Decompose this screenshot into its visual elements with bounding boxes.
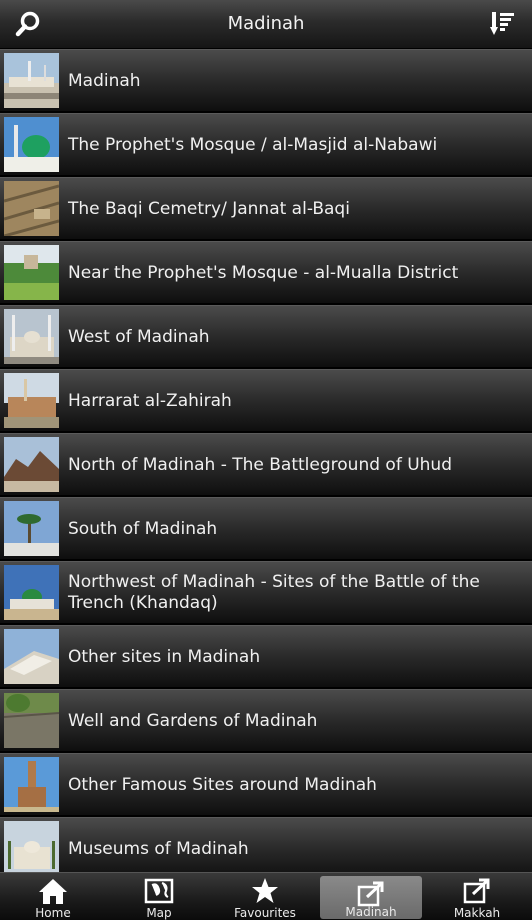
list-item[interactable]: South of Madinah xyxy=(0,497,532,559)
list-item[interactable]: Madinah xyxy=(0,49,532,111)
external-link-icon xyxy=(356,880,386,908)
list-item[interactable]: Near the Prophet's Mosque - al-Mualla Di… xyxy=(0,241,532,303)
list-item-label: Harrarat al-Zahirah xyxy=(68,390,232,411)
list-item[interactable]: Other Famous Sites around Madinah xyxy=(0,753,532,815)
list-item-label: Northwest of Madinah - Sites of the Batt… xyxy=(68,572,480,613)
list-item-label: Other Famous Sites around Madinah xyxy=(68,774,377,795)
thumbnail-image xyxy=(4,373,59,428)
external-link-icon xyxy=(462,877,492,905)
list-item[interactable]: Museums of Madinah xyxy=(0,817,532,872)
list-item-label: Well and Gardens of Madinah xyxy=(68,710,318,731)
list-item-label: The Baqi Cemetry/ Jannat al-Baqi xyxy=(68,198,350,219)
list-item[interactable]: Harrarat al-Zahirah xyxy=(0,369,532,431)
tab-map[interactable]: Map xyxy=(106,873,212,920)
sort-list-icon[interactable] xyxy=(490,11,516,37)
thumbnail-image xyxy=(4,437,59,492)
thumbnail-image xyxy=(4,309,59,364)
page-title: Madinah xyxy=(227,13,305,34)
tab-label: Map xyxy=(146,906,172,920)
list-item-label: West of Madinah xyxy=(68,326,210,347)
list-item-label: South of Madinah xyxy=(68,518,218,539)
home-icon xyxy=(38,877,68,905)
thumbnail-image xyxy=(4,117,59,172)
list-item[interactable]: The Baqi Cemetry/ Jannat al-Baqi xyxy=(0,177,532,239)
tab-makkah[interactable]: Makkah xyxy=(424,873,530,920)
category-list: Madinah The Prophet's Mosque / al-Masjid… xyxy=(0,49,532,872)
bottom-tab-bar: Home Map Favourites Madinah Makkah xyxy=(0,872,532,920)
list-item[interactable]: Other sites in Madinah xyxy=(0,625,532,687)
star-icon xyxy=(250,877,280,905)
thumbnail-image xyxy=(4,181,59,236)
tab-label: Makkah xyxy=(453,906,501,920)
tab-home[interactable]: Home xyxy=(0,873,106,920)
thumbnail-image xyxy=(4,245,59,300)
list-item[interactable]: West of Madinah xyxy=(0,305,532,367)
list-item[interactable]: Northwest of Madinah - Sites of the Batt… xyxy=(0,561,532,623)
thumbnail-image xyxy=(4,501,59,556)
map-icon xyxy=(144,877,174,905)
list-item[interactable]: North of Madinah - The Battleground of U… xyxy=(0,433,532,495)
list-item[interactable]: The Prophet's Mosque / al-Masjid al-Naba… xyxy=(0,113,532,175)
tab-label: Favourites xyxy=(234,906,296,920)
tab-label: Madinah xyxy=(345,905,397,919)
tab-favourites[interactable]: Favourites xyxy=(212,873,318,920)
list-item-label: North of Madinah - The Battleground of U… xyxy=(68,454,452,475)
list-item-label: Other sites in Madinah xyxy=(68,646,261,667)
list-item[interactable]: Well and Gardens of Madinah xyxy=(0,689,532,751)
list-item-label: The Prophet's Mosque / al-Masjid al-Naba… xyxy=(68,134,438,155)
thumbnail-image xyxy=(4,53,59,108)
thumbnail-image xyxy=(4,757,59,812)
list-item-label: Near the Prophet's Mosque - al-Mualla Di… xyxy=(68,262,459,283)
thumbnail-image xyxy=(4,629,59,684)
thumbnail-image xyxy=(4,693,59,748)
thumbnail-image xyxy=(4,821,59,872)
header-bar: Madinah xyxy=(0,0,532,49)
thumbnail-image xyxy=(4,565,59,620)
tab-madinah[interactable]: Madinah xyxy=(320,876,422,919)
tab-label: Home xyxy=(35,906,71,920)
list-item-label: Museums of Madinah xyxy=(68,838,249,859)
list-item-label: Madinah xyxy=(68,70,141,91)
